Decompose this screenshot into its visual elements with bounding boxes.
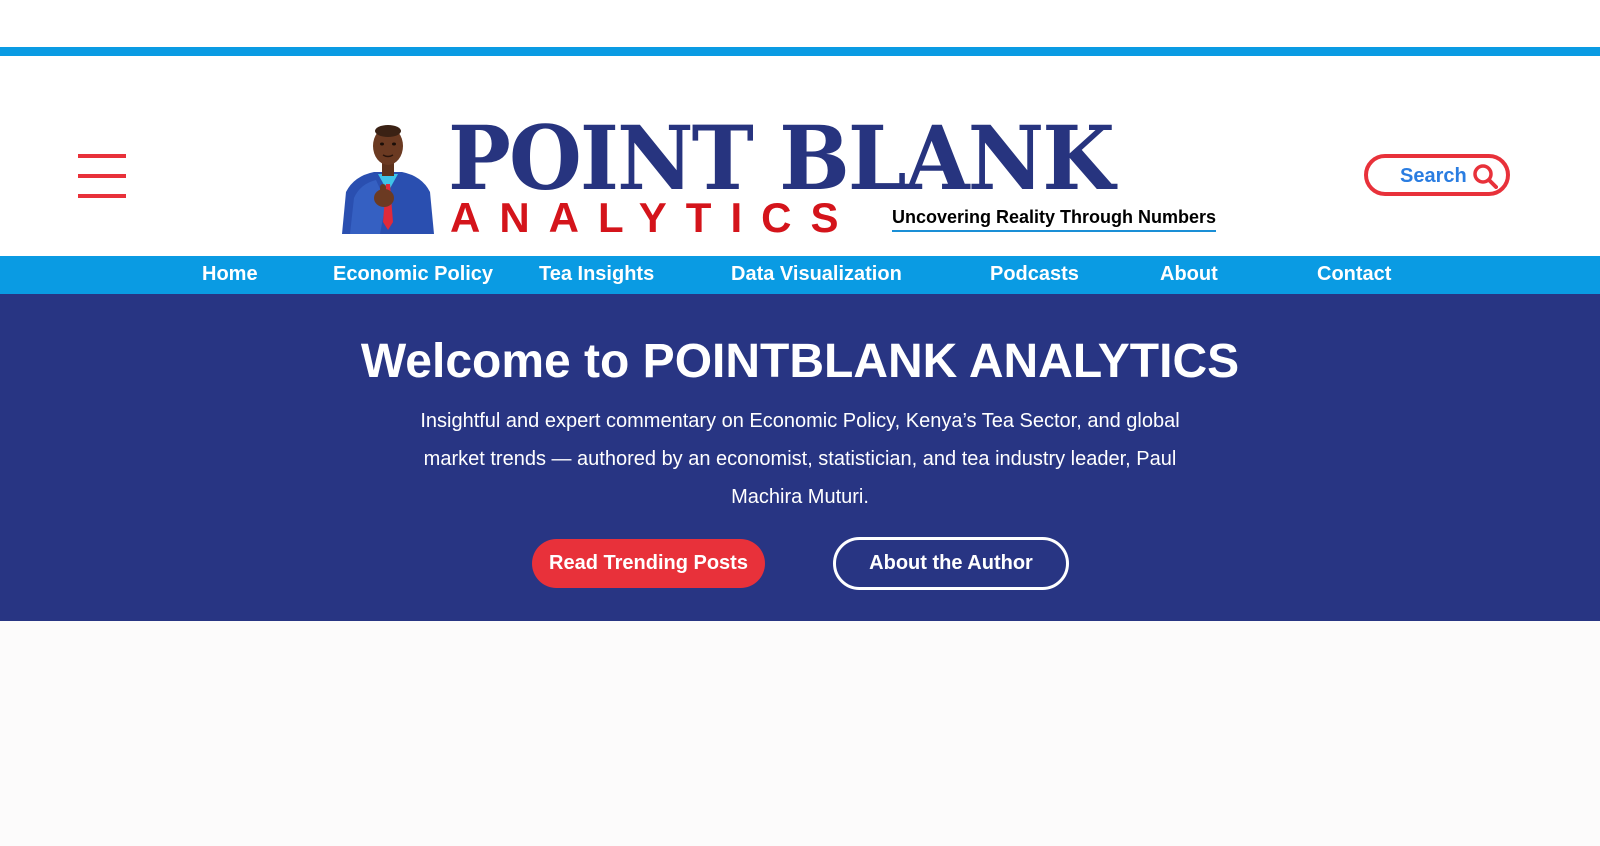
content-area [0, 621, 1600, 846]
site-logo[interactable]: POINT BLANK ANALYTICS Uncovering Reality… [340, 114, 1240, 241]
hamburger-menu-icon[interactable] [78, 154, 126, 198]
logo-title: POINT BLANK [448, 106, 1115, 210]
search-icon [1473, 164, 1498, 189]
nav-item-podcasts[interactable]: Podcasts [990, 263, 1079, 286]
hero-description: Insightful and expert commentary on Econ… [420, 410, 1180, 508]
nav-item-data-visualization[interactable]: Data Visualization [731, 263, 902, 286]
page: POINT BLANK ANALYTICS Uncovering Reality… [0, 0, 1600, 846]
search-button[interactable]: Search [1364, 154, 1510, 196]
hero-title: Welcome to POINTBLANK ANALYTICS [360, 335, 1240, 388]
read-trending-posts-button[interactable]: Read Trending Posts [532, 539, 765, 588]
logo-subtitle: ANALYTICS [450, 194, 858, 241]
search-label: Search [1400, 165, 1467, 187]
top-white-bar [0, 0, 1600, 47]
main-navigation: Home Economic Policy Tea Insights Data V… [0, 256, 1600, 294]
nav-item-home[interactable]: Home [202, 263, 258, 286]
nav-item-tea-insights[interactable]: Tea Insights [539, 263, 654, 286]
nav-item-contact[interactable]: Contact [1317, 263, 1391, 286]
logo-tagline: Uncovering Reality Through Numbers [892, 206, 1217, 232]
hero-section: Welcome to POINTBLANK ANALYTICS Insightf… [0, 294, 1600, 621]
top-accent-stripe [0, 47, 1600, 56]
author-portrait [342, 125, 434, 234]
nav-item-about[interactable]: About [1160, 263, 1218, 286]
about-the-author-button[interactable]: About the Author [833, 537, 1069, 590]
nav-item-economic-policy[interactable]: Economic Policy [333, 263, 493, 286]
